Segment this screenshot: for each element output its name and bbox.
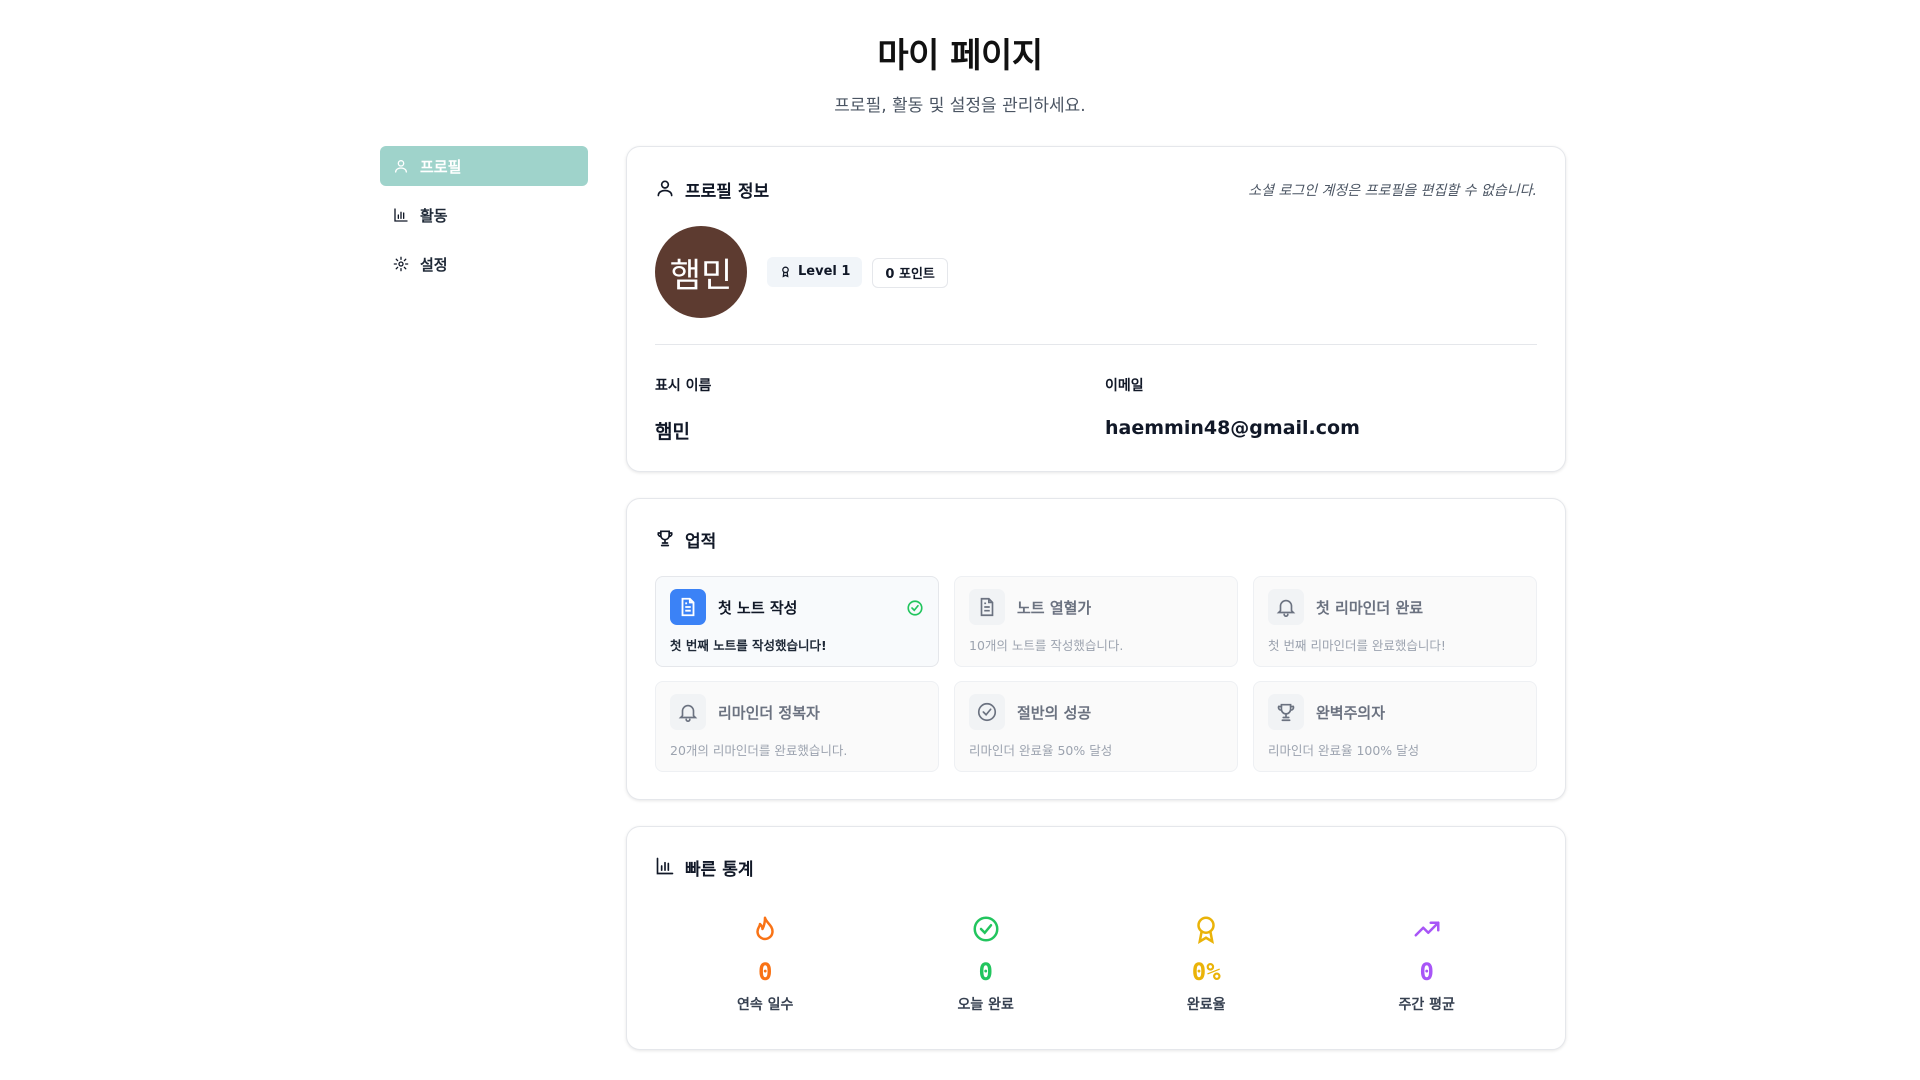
stat-completion-rate: 0% 완료율 (1096, 914, 1317, 1014)
page-title: 마이 페이지 (877, 36, 1043, 76)
achievement-desc: 첫 번째 리마인더를 완료했습니다! (1268, 638, 1446, 653)
sidebar-item-label: 프로필 (420, 157, 462, 176)
check-circle-icon (907, 600, 923, 616)
flame-icon (750, 914, 780, 948)
level-badge-label: Level 1 (798, 264, 851, 279)
achievement-title: 첫 노트 작성 (718, 598, 798, 617)
user-icon (655, 178, 675, 202)
achievements-title: 업적 (685, 532, 717, 552)
achievement-desc: 첫 번째 노트를 작성했습니다! (670, 638, 827, 653)
achievement-item: 첫 노트 작성 첫 번째 노트를 작성했습니다! (655, 576, 939, 667)
achievement-item: 리마인더 정복자 20개의 리마인더를 완료했습니다. (655, 681, 939, 772)
achievement-title: 완벽주의자 (1316, 703, 1386, 722)
sidebar-item-label: 활동 (420, 206, 448, 225)
achievement-title: 리마인더 정복자 (718, 703, 820, 722)
profile-edit-note: 소셜 로그인 계정은 프로필을 편집할 수 없습니다. (1248, 182, 1537, 199)
email-label: 이메일 (1105, 378, 1144, 394)
stat-streak: 0 연속 일수 (655, 914, 876, 1014)
document-icon (969, 589, 1005, 625)
quick-stats-title: 빠른 통계 (685, 860, 754, 880)
achievement-desc: 리마인더 완료율 100% 달성 (1268, 743, 1420, 758)
sidebar: 프로필 활동 설정 (380, 146, 588, 293)
stat-value: 0 (1419, 958, 1434, 986)
email-value: haemmin48@gmail.com (1105, 417, 1360, 439)
achievement-item: 첫 리마인더 완료 첫 번째 리마인더를 완료했습니다! (1253, 576, 1537, 667)
stat-label: 완료율 (1186, 997, 1226, 1013)
achievement-item: 절반의 성공 리마인더 완료율 50% 달성 (954, 681, 1238, 772)
achievement-title: 노트 열혈가 (1017, 598, 1092, 617)
sidebar-item-profile[interactable]: 프로필 (380, 146, 588, 186)
check-circle-icon (969, 694, 1005, 730)
bar-chart-icon (392, 206, 410, 224)
sidebar-item-settings[interactable]: 설정 (380, 244, 588, 284)
stat-value: 0% (1191, 958, 1221, 986)
achievement-desc: 10개의 노트를 작성했습니다. (969, 638, 1124, 653)
achievement-title: 절반의 성공 (1017, 703, 1092, 722)
stat-value: 0 (978, 958, 993, 986)
divider (655, 344, 1537, 345)
quick-stats-card: 빠른 통계 0 연속 일수 0 오늘 완료 0% 완료율 0 주간 평균 (626, 826, 1566, 1050)
stat-label: 오늘 완료 (957, 997, 1014, 1013)
stat-today-done: 0 오늘 완료 (876, 914, 1097, 1014)
stat-weekly-average: 0 주간 평균 (1317, 914, 1538, 1014)
sidebar-item-label: 설정 (420, 255, 448, 274)
achievement-item: 완벽주의자 리마인더 완료율 100% 달성 (1253, 681, 1537, 772)
stat-label: 연속 일수 (737, 997, 794, 1013)
profile-card: 프로필 정보 소셜 로그인 계정은 프로필을 편집할 수 없습니다. 햄민 Le… (626, 146, 1566, 472)
display-name-value: 햄민 (655, 421, 690, 443)
award-icon (782, 266, 789, 278)
page-header: 마이 페이지 프로필, 활동 및 설정을 관리하세요. (0, 28, 1920, 116)
display-name-label: 표시 이름 (655, 378, 712, 394)
trophy-icon (1268, 694, 1304, 730)
level-badge: Level 1 (767, 256, 863, 287)
achievements-card: 업적 첫 노트 작성 첫 번째 노트를 작성했습니다! 노트 열혈가 10개의 … (626, 498, 1566, 800)
points-badge: 0 포인트 (872, 257, 948, 288)
avatar: 햄민 (655, 226, 747, 318)
stat-value: 0 (758, 958, 773, 986)
sidebar-item-activity[interactable]: 활동 (380, 195, 588, 235)
gear-icon (392, 255, 410, 273)
bell-icon (670, 694, 706, 730)
achievement-title: 첫 리마인더 완료 (1316, 598, 1424, 617)
bar-chart-icon (655, 856, 675, 880)
trophy-icon (655, 528, 675, 552)
award-icon (1191, 914, 1221, 948)
bell-icon (1268, 589, 1304, 625)
trending-up-icon (1412, 914, 1442, 948)
profile-card-title: 프로필 정보 (685, 182, 770, 202)
page-subtitle: 프로필, 활동 및 설정을 관리하세요. (834, 96, 1086, 116)
document-icon (670, 589, 706, 625)
stat-label: 주간 평균 (1398, 997, 1455, 1013)
achievement-desc: 리마인더 완료율 50% 달성 (969, 743, 1113, 758)
achievement-item: 노트 열혈가 10개의 노트를 작성했습니다. (954, 576, 1238, 667)
achievement-desc: 20개의 리마인더를 완료했습니다. (670, 743, 848, 758)
user-icon (392, 157, 410, 175)
check-circle-icon (971, 914, 1001, 948)
